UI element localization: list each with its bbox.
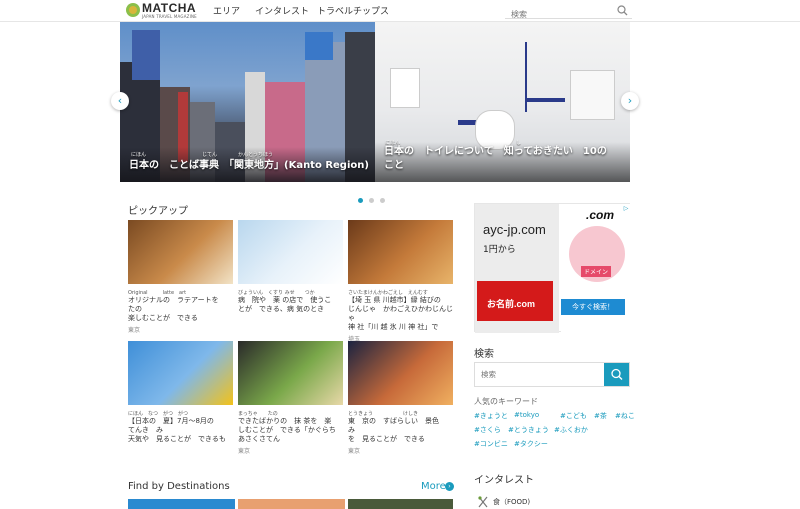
- hero-caption-kanto[interactable]: 日本の ことば事典 「関東地方」(Kanto Region): [129, 160, 369, 172]
- article-ruby: とうきょう けしき: [348, 411, 419, 416]
- article-card[interactable]: まっちゃ たの できたばかりの 抹 茶を 楽 しむことが できる「かぐらち あさく…: [238, 341, 343, 455]
- ad-brand-box: お名前.com: [477, 281, 553, 321]
- ad-right-panel: .com ドメイン 今すぐ検索！ ▷: [561, 204, 631, 333]
- hero-ruby: かんとうちほう: [238, 152, 274, 158]
- sidebar-search: [474, 362, 630, 387]
- keyword-tag[interactable]: #とうきょう: [508, 425, 549, 435]
- hero-ruby: し: [516, 140, 522, 146]
- interest-food-label[interactable]: 食（FOOD): [493, 497, 530, 507]
- hero-caption-toilet-1[interactable]: 日本の トイレについて 知っておきたい 10の: [384, 146, 624, 158]
- ad-search-button[interactable]: 今すぐ検索！: [561, 299, 625, 315]
- interest-title: インタレスト: [474, 475, 534, 486]
- destination-card[interactable]: [348, 499, 453, 509]
- article-card[interactable]: にほん なつ がつ がつ 【日本の 夏】7月〜8月の てんき み 天気や 見ること…: [128, 341, 233, 446]
- article-title[interactable]: オリジナルの ラテアートを たの 楽しむことが できる: [128, 296, 233, 323]
- article-card[interactable]: Original latte art オリジナルの ラテアートを たの 楽しむこと…: [128, 220, 233, 334]
- header-search-input[interactable]: [505, 6, 610, 23]
- article-title[interactable]: 【日本の 夏】7月〜8月の てんき み 天気や 見ることが できるも: [128, 417, 233, 444]
- logo-subtitle: JAPAN TRAVEL MAGAZINE: [142, 14, 197, 19]
- destinations-more-link[interactable]: More: [421, 481, 446, 492]
- slider-next-button[interactable]: ›: [621, 92, 639, 110]
- hero-ruby: にほん: [385, 140, 401, 146]
- toilet-panel: [390, 68, 420, 108]
- article-title[interactable]: できたばかりの 抹 茶を 楽 しむことが できる「かぐらち あさくさてん: [238, 417, 343, 444]
- fork-knife-icon: [478, 496, 488, 508]
- search-icon[interactable]: [617, 5, 628, 16]
- hero-caption-toilet-2[interactable]: こと: [384, 160, 624, 172]
- article-card[interactable]: さいたまけんかわごえし えんむす 【埼 玉 県 川越市】縁 結びの じんじゃ かわ…: [348, 220, 453, 343]
- chevron-right-icon[interactable]: ›: [445, 482, 454, 491]
- article-title[interactable]: 東 京の すばらしい 景色 み を 見ることが できる: [348, 417, 453, 444]
- article-location: 東京: [128, 327, 141, 334]
- destination-card[interactable]: [128, 499, 235, 509]
- keyword-tag[interactable]: #さくら: [474, 425, 501, 435]
- article-title[interactable]: 【埼 玉 県 川越市】縁 結びの じんじゃ かわごえひかわじんじゃ 神 社「川 …: [348, 296, 453, 332]
- nav-interest[interactable]: インタレスト: [255, 4, 309, 17]
- keyword-tag[interactable]: #きょうと: [474, 411, 508, 421]
- sink-shape: [570, 70, 615, 120]
- article-ruby: まっちゃ たの: [238, 411, 278, 416]
- destination-card[interactable]: [238, 499, 345, 509]
- keyword-tag[interactable]: #tokyo: [514, 411, 539, 419]
- slider-dot-2[interactable]: [369, 198, 374, 203]
- article-title[interactable]: 病 院や 薬 の店で 使うこ とが できる、病 気のとき: [238, 296, 343, 314]
- keyword-tag[interactable]: #ねこ: [615, 411, 635, 421]
- billboard-shape: [132, 30, 160, 80]
- article-thumbnail[interactable]: [348, 220, 453, 284]
- ad-brand-text: お名前.com: [487, 299, 536, 309]
- article-ruby: さいたまけんかわごえし えんむす: [348, 290, 428, 295]
- slider-dot-3[interactable]: [380, 198, 385, 203]
- grab-bar: [525, 98, 565, 102]
- keyword-tag[interactable]: #茶: [594, 411, 607, 421]
- article-ruby: にほん なつ がつ がつ: [128, 411, 189, 416]
- article-card[interactable]: びょういん くすり みせ つか病 院や 薬 の店で 使うこ とが できる、病 気…: [238, 220, 343, 316]
- logo-text[interactable]: MATCHA: [142, 1, 196, 15]
- ad-domain-tag: ドメイン: [581, 266, 612, 277]
- advertisement[interactable]: ayc-jp.com 1円から お名前.com .com ドメイン 今すぐ検索！…: [474, 203, 631, 333]
- keyword-tag[interactable]: #こども: [560, 411, 587, 421]
- hero-slider: にほん じてん かんとうちほう 日本の ことば事典 「関東地方」(Kanto R…: [120, 22, 630, 182]
- article-location: 東京: [238, 448, 251, 455]
- article-location: 東京: [348, 448, 361, 455]
- keyword-tag[interactable]: #コンビニ: [474, 439, 508, 449]
- adchoices-icon[interactable]: ▷: [622, 205, 630, 213]
- article-thumbnail[interactable]: [128, 341, 233, 405]
- site-header: MATCHA JAPAN TRAVEL MAGAZINE エリア インタレスト …: [0, 0, 800, 23]
- nav-area[interactable]: エリア: [213, 4, 240, 17]
- article-ruby: Original latte art: [128, 290, 187, 295]
- hero-ruby: にほん: [131, 152, 147, 158]
- keyword-tag[interactable]: #タクシー: [514, 439, 548, 449]
- matcha-logo-icon[interactable]: [126, 3, 140, 17]
- destinations-title: Find by Destinations: [128, 481, 230, 492]
- sidebar-search-title: 検索: [474, 349, 494, 360]
- ad-price-text: 1円から: [483, 245, 516, 255]
- keywords-title: 人気のキーワード: [474, 397, 538, 406]
- article-thumbnail[interactable]: [238, 341, 343, 405]
- slider-dots: [358, 188, 391, 207]
- article-thumbnail[interactable]: [238, 220, 343, 284]
- keyword-tag[interactable]: #ふくおか: [554, 425, 588, 435]
- hero-ruby: じてん: [202, 152, 218, 158]
- search-icon: [611, 368, 623, 380]
- sidebar-search-input[interactable]: [475, 363, 605, 386]
- hero-slide-shibuya[interactable]: にほん じてん かんとうちほう 日本の ことば事典 「関東地方」(Kanto R…: [120, 22, 375, 182]
- sidebar-search-button[interactable]: [604, 363, 629, 386]
- article-thumbnail[interactable]: [348, 341, 453, 405]
- slider-prev-button[interactable]: ‹: [111, 92, 129, 110]
- billboard-shape: [305, 32, 333, 60]
- article-ruby: びょういん くすり みせ つか: [238, 290, 315, 295]
- ad-left-panel: ayc-jp.com 1円から お名前.com: [475, 204, 559, 333]
- article-card[interactable]: とうきょう けしき東 京の すばらしい 景色 み を 見ることが できる東京: [348, 341, 453, 455]
- pickup-title: ピックアップ: [128, 206, 188, 217]
- article-thumbnail[interactable]: [128, 220, 233, 284]
- hero-slide-toilet[interactable]: にほん し 日本の トイレについて 知っておきたい 10の こと: [375, 22, 630, 182]
- ad-com-text: .com: [586, 208, 615, 222]
- slider-dot-1[interactable]: [358, 198, 363, 203]
- ad-domain-text: ayc-jp.com: [483, 222, 546, 237]
- header-search: [505, 2, 632, 23]
- nav-travel-tips[interactable]: トラベルチップス: [317, 4, 389, 17]
